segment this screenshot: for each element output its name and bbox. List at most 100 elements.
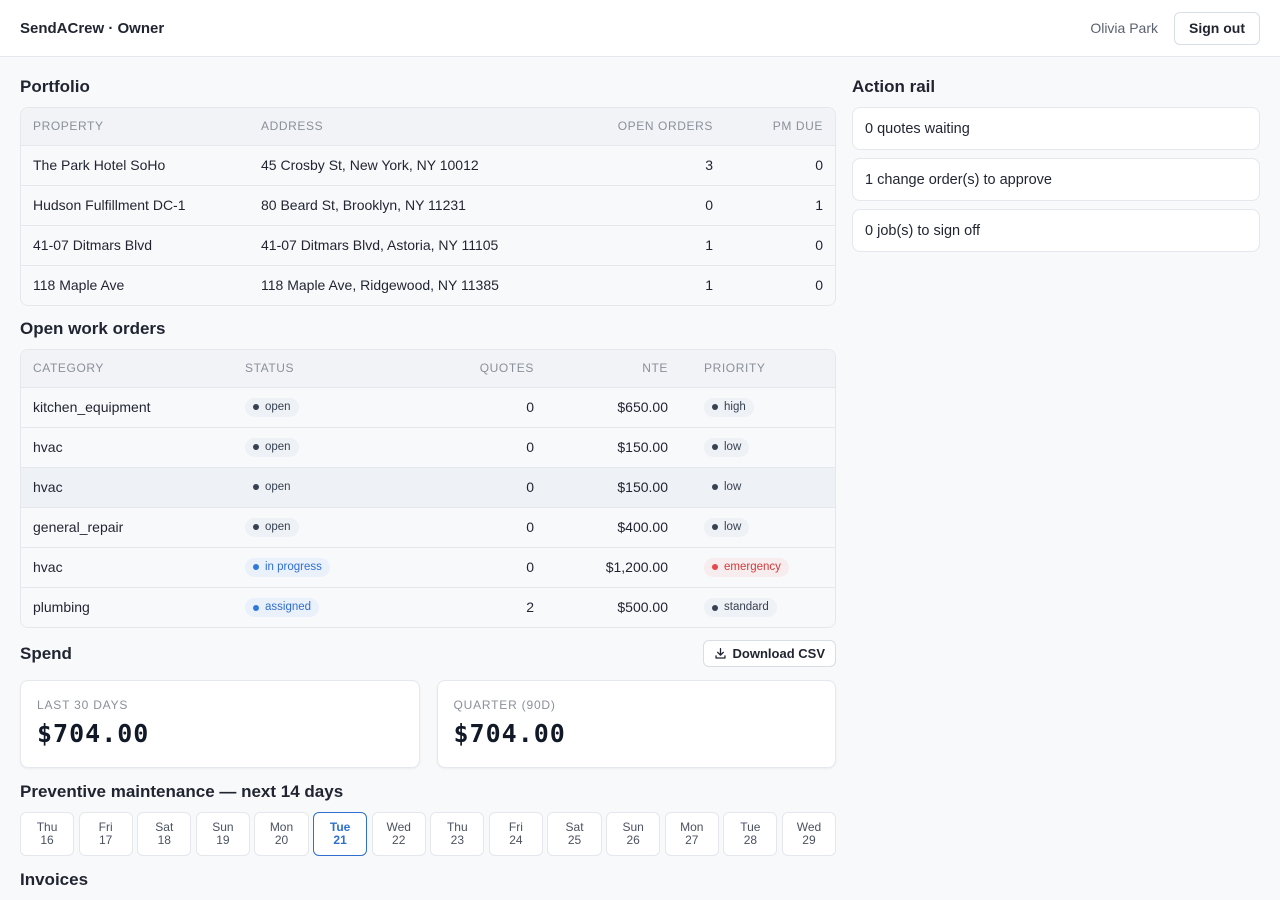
day-date: 23 bbox=[450, 833, 464, 847]
main-column: Portfolio PROPERTY ADDRESS OPEN ORDERS P… bbox=[20, 57, 837, 900]
status-dot bbox=[253, 444, 259, 451]
priority-cell: standard bbox=[680, 586, 835, 627]
work-orders-table: CATEGORY STATUS QUOTES NTE PRIORITY kitc… bbox=[21, 350, 835, 627]
priority-cell: high bbox=[680, 387, 835, 427]
day-date: 24 bbox=[509, 833, 523, 847]
priority-badge: high bbox=[704, 397, 754, 417]
pm-day[interactable]: Sat 25 bbox=[547, 812, 602, 856]
nte-cell: $150.00 bbox=[546, 426, 680, 467]
status-badge: open bbox=[245, 477, 299, 497]
pm-day[interactable]: Wed 29 bbox=[781, 812, 837, 856]
nte-cell: $400.00 bbox=[546, 506, 680, 547]
status-cell: in progress bbox=[233, 546, 393, 587]
priority-text: low bbox=[724, 520, 742, 533]
action-rail: Action rail 0 quotes waiting 1 change or… bbox=[852, 57, 1260, 900]
status-text: assigned bbox=[265, 601, 312, 613]
user-name: Olivia Park bbox=[1090, 20, 1158, 36]
status-badge: open bbox=[245, 517, 299, 537]
table-row[interactable]: hvac in progress 0 $1,200.00 emergency bbox=[21, 546, 835, 587]
portfolio-header-row: PROPERTY ADDRESS OPEN ORDERS PM DUE bbox=[21, 108, 835, 146]
nte-cell: $1,200.00 bbox=[546, 546, 680, 587]
priority-cell: low bbox=[680, 466, 835, 507]
spend-card-quarter: QUARTER (90D) $704.00 bbox=[436, 680, 836, 768]
table-row[interactable]: plumbing assigned 2 $500.00 standard bbox=[21, 586, 835, 627]
status-dot bbox=[253, 404, 259, 411]
user-area: Olivia Park Sign out bbox=[1090, 11, 1260, 45]
status-text: open bbox=[265, 480, 291, 493]
action-quotes-waiting[interactable]: 0 quotes waiting bbox=[852, 107, 1260, 150]
status-text: open bbox=[265, 520, 291, 533]
priority-cell: low bbox=[680, 426, 835, 467]
column-header: NTE bbox=[546, 350, 680, 388]
priority-badge: low bbox=[704, 517, 750, 537]
property-address: 41-07 Ditmars Blvd, Astoria, NY 11105 bbox=[249, 224, 589, 265]
pm-day[interactable]: Thu 16 bbox=[20, 812, 75, 856]
priority-cell: low bbox=[680, 506, 835, 547]
nte-cell: $650.00 bbox=[617, 399, 668, 415]
column-header: STATUS bbox=[233, 350, 393, 388]
table-row[interactable]: 118 Maple Ave 118 Maple Ave, Ridgewood, N… bbox=[21, 264, 835, 305]
pm-day[interactable]: Wed 22 bbox=[371, 812, 426, 856]
category-cell: hvac bbox=[21, 546, 233, 587]
pm-day[interactable]: Fri 17 bbox=[78, 812, 133, 856]
status-text: open bbox=[265, 400, 291, 413]
work-orders-table-card: CATEGORY STATUS QUOTES NTE PRIORITY kitc… bbox=[20, 349, 836, 628]
pm-day[interactable]: Sun 26 bbox=[606, 812, 661, 856]
priority-badge: low bbox=[704, 437, 750, 457]
download-csv-button[interactable]: Download CSV bbox=[702, 640, 836, 667]
table-row[interactable]: kitchen_equipment open 0 $650.00 high bbox=[21, 387, 835, 427]
day-date: 17 bbox=[98, 833, 113, 847]
column-header: ADDRESS bbox=[249, 108, 589, 146]
quotes-cell: 0 bbox=[393, 506, 546, 547]
status-dot bbox=[253, 564, 259, 571]
priority-text: low bbox=[724, 480, 742, 493]
status-cell: open bbox=[233, 506, 393, 547]
status-cell: open bbox=[233, 387, 393, 427]
table-row[interactable]: general_repair open 0 $400.00 low bbox=[21, 506, 835, 547]
open-orders-count: 0 bbox=[589, 184, 725, 225]
category-cell: general_repair bbox=[21, 506, 233, 547]
priority-badge: emergency bbox=[704, 557, 789, 577]
quotes-cell: 0 bbox=[393, 546, 546, 587]
status-cell: open bbox=[233, 426, 393, 467]
spend-card-30-days: LAST 30 DAYS $704.00 bbox=[20, 680, 420, 768]
spend-value: $704.00 bbox=[453, 719, 566, 748]
pm-day[interactable]: Tue 21 bbox=[313, 812, 368, 856]
spend-cards: LAST 30 DAYS $704.00 QUARTER (90D) $704.… bbox=[20, 680, 836, 768]
open-orders-count: 1 bbox=[589, 264, 725, 305]
sign-out-button[interactable]: Sign out bbox=[1174, 11, 1260, 45]
column-header: PROPERTY bbox=[21, 108, 249, 146]
column-header: CATEGORY bbox=[21, 350, 233, 388]
top-bar: SendACrew · Owner Olivia Park Sign out bbox=[0, 0, 1280, 57]
action-sign-off[interactable]: 0 job(s) to sign off bbox=[852, 209, 1260, 252]
table-row[interactable]: Hudson Fulfillment DC-1 80 Beard St, Broo… bbox=[21, 184, 835, 225]
pm-day[interactable]: Sat 18 bbox=[137, 812, 192, 856]
download-csv-label: Download CSV bbox=[732, 646, 825, 661]
open-orders-count: 1 bbox=[589, 224, 725, 265]
pm-due-count: 0 bbox=[815, 157, 823, 173]
table-row[interactable]: hvac open 0 $150.00 low bbox=[21, 426, 835, 467]
nte-cell: $150.00 bbox=[546, 466, 680, 507]
pm-day[interactable]: Thu 23 bbox=[430, 812, 485, 856]
day-date: 20 bbox=[274, 833, 289, 847]
pm-day[interactable]: Mon 27 bbox=[664, 812, 719, 856]
day-date: 26 bbox=[626, 833, 640, 847]
action-change-orders[interactable]: 1 change order(s) to approve bbox=[852, 158, 1260, 201]
status-text: open bbox=[265, 440, 291, 453]
priority-badge: low bbox=[704, 477, 750, 497]
table-row[interactable]: 41-07 Ditmars Blvd 41-07 Ditmars Blvd, As… bbox=[21, 224, 835, 265]
app-brand: SendACrew · Owner bbox=[20, 19, 165, 37]
pm-title: Preventive maintenance — next 14 days bbox=[20, 782, 344, 801]
pm-day[interactable]: Fri 24 bbox=[488, 812, 543, 856]
property-name: 41-07 Ditmars Blvd bbox=[21, 224, 249, 265]
table-row[interactable]: The Park Hotel SoHo 45 Crosby St, New Yor… bbox=[21, 145, 835, 185]
pm-day[interactable]: Sun 19 bbox=[195, 812, 250, 856]
priority-dot bbox=[712, 484, 718, 491]
pm-day[interactable]: Tue 28 bbox=[723, 812, 778, 856]
pm-day[interactable]: Mon 20 bbox=[254, 812, 309, 856]
property-address: 45 Crosby St, New York, NY 10012 bbox=[261, 157, 479, 173]
category-cell: plumbing bbox=[21, 586, 233, 627]
property-name: Hudson Fulfillment DC-1 bbox=[21, 184, 249, 225]
table-row[interactable]: hvac open 0 $150.00 low bbox=[21, 466, 835, 507]
priority-text: low bbox=[724, 440, 742, 453]
